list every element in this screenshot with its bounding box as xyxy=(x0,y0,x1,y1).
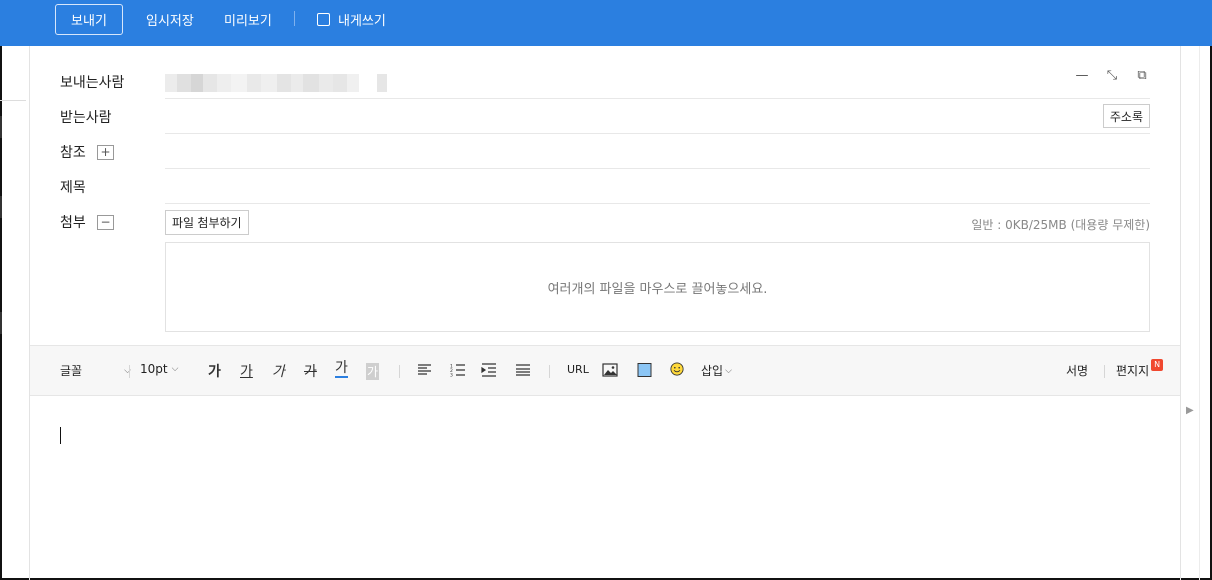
font-family-select[interactable]: 글꼴 ⌵ xyxy=(60,362,131,379)
sender-address-redacted xyxy=(165,74,387,92)
signature-button[interactable]: 서명 xyxy=(1066,362,1088,379)
underline-button[interactable]: 가 xyxy=(240,361,253,381)
right-panel-border xyxy=(1199,46,1200,580)
to-self-checkbox[interactable] xyxy=(317,13,330,26)
cc-expand-button[interactable]: + xyxy=(97,145,114,160)
dropzone-hint: 여러개의 파일을 마우스로 끌어놓으세요. xyxy=(547,281,768,297)
strikethrough-button[interactable]: 가 xyxy=(304,361,317,381)
insert-label: 삽입 xyxy=(701,364,724,378)
insert-url-button[interactable]: URL xyxy=(567,363,589,376)
left-scroll-mark xyxy=(0,196,2,218)
stationery-button[interactable]: 편지지 N xyxy=(1116,358,1164,379)
italic-button[interactable]: 가 xyxy=(272,361,285,381)
top-toolbar: 보내기 임시저장 미리보기 내게쓰기 xyxy=(0,0,1212,46)
text-cursor xyxy=(60,427,61,444)
shrink-icon[interactable]: ⤡ xyxy=(1104,68,1120,83)
editor-body[interactable] xyxy=(30,396,1180,580)
editor-toolbar: 글꼴 ⌵ 10pt ⌵ 가 가 가 가 가 가 1 2 3 URL 삽입 ⌵ 서… xyxy=(30,345,1180,396)
left-panel-divider xyxy=(0,100,26,101)
left-scroll-mark xyxy=(0,116,2,138)
attachment-collapse-button[interactable]: − xyxy=(97,215,114,230)
svg-text:3: 3 xyxy=(450,373,453,378)
attachment-quota: 일반 : 0KB/25MB (대용량 무제한) xyxy=(971,218,1150,232)
font-color-button[interactable]: 가 xyxy=(335,361,348,378)
left-scroll-mark xyxy=(0,312,2,334)
attach-file-button[interactable]: 파일 첨부하기 xyxy=(165,210,249,235)
chevron-down-icon: ⌵ xyxy=(171,364,179,374)
subject-label: 제목 xyxy=(60,180,86,196)
chevron-down-icon: ⌵ xyxy=(725,365,732,376)
minimize-icon[interactable]: — xyxy=(1074,68,1090,83)
toolbar-divider xyxy=(294,11,295,26)
align-left-icon[interactable] xyxy=(417,363,433,377)
subject-row: 제목 xyxy=(60,169,1150,204)
file-dropzone[interactable]: 여러개의 파일을 마우스로 끌어놓으세요. xyxy=(165,242,1150,332)
indent-icon[interactable] xyxy=(481,363,497,377)
cc-label: 참조 xyxy=(60,145,86,161)
attachment-label: 첨부 xyxy=(60,215,86,231)
expand-right-icon[interactable]: ▶ xyxy=(1186,405,1194,416)
save-draft-button[interactable]: 임시저장 xyxy=(146,10,194,29)
address-book-button[interactable]: 주소록 xyxy=(1102,104,1150,128)
stationery-label: 편지지 xyxy=(1116,364,1150,378)
font-family-label: 글꼴 xyxy=(60,364,83,378)
toolbar-divider xyxy=(129,365,130,378)
table-color-icon[interactable] xyxy=(637,363,653,377)
attachment-row: 첨부 − 파일 첨부하기 일반 : 0KB/25MB (대용량 무제한) xyxy=(60,204,1150,239)
recipient-row: 받는사람 주소록 xyxy=(60,99,1150,134)
font-size-select[interactable]: 10pt ⌵ xyxy=(140,362,178,376)
insert-menu[interactable]: 삽입 ⌵ xyxy=(701,362,732,379)
new-badge: N xyxy=(1151,358,1164,371)
sender-row: 보내는사람 — ⤡ ⧉ xyxy=(60,64,1150,99)
right-panel-border xyxy=(1180,46,1181,580)
popout-icon[interactable]: ⧉ xyxy=(1134,68,1150,83)
window-controls: — ⤡ ⧉ xyxy=(1074,68,1150,83)
toolbar-divider xyxy=(1104,365,1105,378)
horizontal-rule-icon[interactable] xyxy=(515,363,531,377)
to-self-toggle[interactable]: 내게쓰기 xyxy=(317,10,386,29)
bold-button[interactable]: 가 xyxy=(208,361,221,381)
numbered-list-icon[interactable]: 1 2 3 xyxy=(450,363,466,377)
emoji-icon[interactable] xyxy=(669,362,685,376)
preview-button[interactable]: 미리보기 xyxy=(224,10,272,29)
font-size-label: 10pt xyxy=(140,362,168,376)
toolbar-divider xyxy=(399,365,400,378)
toolbar-divider xyxy=(549,365,550,378)
cc-row: 참조 + xyxy=(60,134,1150,169)
image-icon[interactable] xyxy=(602,363,618,377)
highlight-color-button[interactable]: 가 xyxy=(366,363,380,380)
to-self-label: 내게쓰기 xyxy=(338,14,386,29)
send-button[interactable]: 보내기 xyxy=(55,4,123,35)
recipient-label: 받는사람 xyxy=(60,110,112,126)
sender-label: 보내는사람 xyxy=(60,75,125,91)
